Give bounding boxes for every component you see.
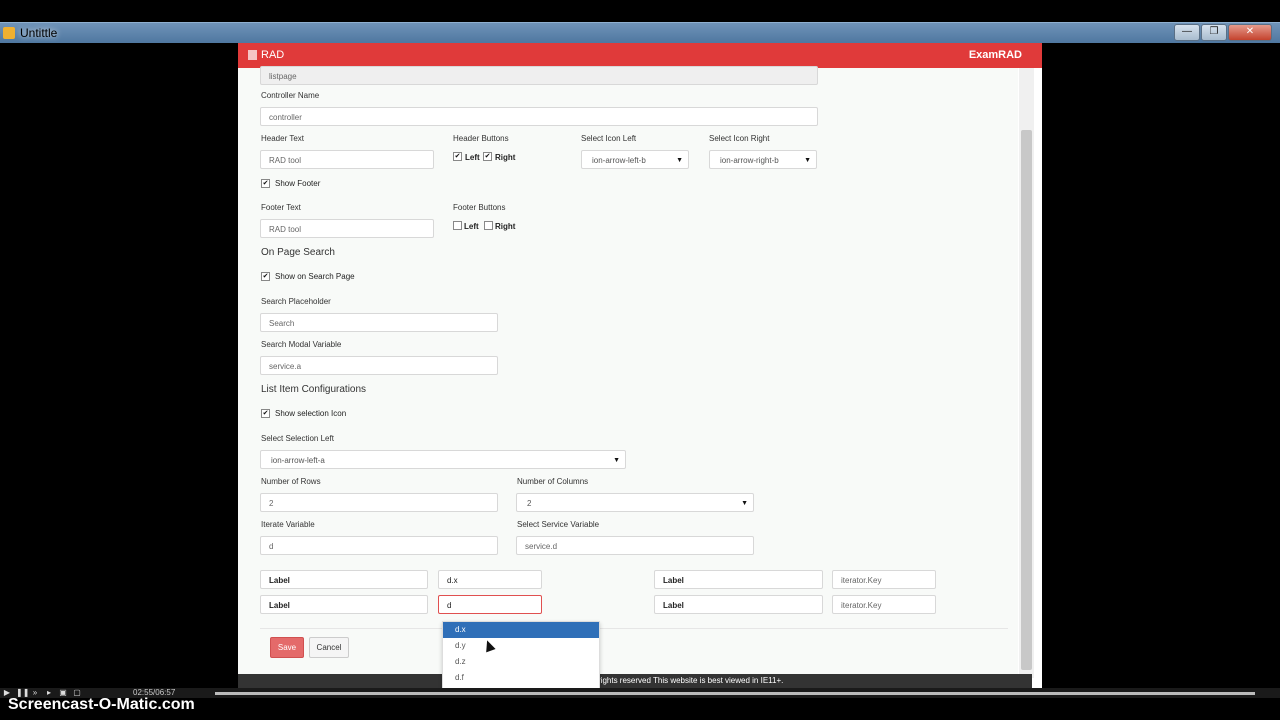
show-selection-icon-checkbox[interactable]: ✔ <box>261 409 270 418</box>
caret-down-icon: ▼ <box>741 500 748 507</box>
window-titlebar: Untittle — ❐ ✕ <box>0 22 1280 43</box>
num-cols-dropdown[interactable]: 2 ▼ <box>516 493 754 512</box>
select-service-variable-label: Select Service Variable <box>517 520 600 529</box>
row2-value-input[interactable]: d <box>438 595 542 614</box>
footer-text-label: Footer Text <box>261 203 301 212</box>
caret-down-icon: ▼ <box>613 457 620 464</box>
header-right-label: Right <box>495 153 516 162</box>
select-icon-right-dropdown[interactable]: ion-arrow-right-b ▼ <box>709 150 817 169</box>
footer-buttons-label: Footer Buttons <box>453 203 506 212</box>
show-on-search-checkbox[interactable]: ✔ <box>261 272 270 281</box>
header-right-checkbox[interactable]: ✔ <box>483 152 492 161</box>
footer-right-label: Right <box>495 222 516 231</box>
show-on-search-label: Show on Search Page <box>275 272 355 281</box>
autocomplete-list: d.x d.y d.z d.f <box>442 621 600 689</box>
footer-right-checkbox[interactable] <box>484 221 493 230</box>
search-modal-variable-label: Search Modal Variable <box>261 340 342 349</box>
search-placeholder-input[interactable]: Search <box>260 313 498 332</box>
row2-label2-input[interactable]: Label <box>654 595 823 614</box>
header-text-input[interactable]: RAD tool <box>260 150 434 169</box>
header-left-label: Left <box>465 153 480 162</box>
row2-key-input[interactable]: iterator.Key <box>832 595 936 614</box>
num-cols-label: Number of Columns <box>517 477 589 486</box>
row1-label-input[interactable]: Label <box>260 570 428 589</box>
header-text-label: Header Text <box>261 134 304 143</box>
autocomplete-option[interactable]: d.y <box>443 638 599 654</box>
select-selection-left-label: Select Selection Left <box>261 434 334 443</box>
show-selection-icon-label: Show selection Icon <box>275 409 347 418</box>
select-icon-left-label: Select Icon Left <box>581 134 637 143</box>
browser-content: RAD ExamRAD listpage Controller Name con… <box>0 43 1280 688</box>
select-icon-right-value: ion-arrow-right-b <box>720 156 779 165</box>
footer-text: rights reserved This website is best vie… <box>598 676 784 685</box>
cancel-button[interactable]: Cancel <box>309 637 349 658</box>
footer-left-checkbox[interactable] <box>453 221 462 230</box>
player-progress-track[interactable] <box>215 692 1255 695</box>
show-footer-label: Show Footer <box>275 179 321 188</box>
iterate-variable-label: Iterate Variable <box>261 520 315 529</box>
controller-name-input[interactable]: controller <box>260 107 818 126</box>
top-navbar: RAD ExamRAD <box>238 43 1042 68</box>
select-selection-left-dropdown[interactable]: ion-arrow-left-a ▼ <box>260 450 626 469</box>
save-button[interactable]: Save <box>270 637 304 658</box>
rad-form: listpage Controller Name controller Head… <box>238 66 1018 678</box>
page-scrollbar[interactable] <box>1019 68 1034 678</box>
footer-left-label: Left <box>464 222 479 231</box>
num-cols-value: 2 <box>527 499 532 508</box>
autocomplete-option[interactable]: d.f <box>443 670 599 686</box>
app-icon <box>3 27 15 39</box>
brand-name[interactable]: RAD <box>261 49 284 61</box>
show-footer-checkbox[interactable]: ✔ <box>261 179 270 188</box>
select-selection-left-value: ion-arrow-left-a <box>271 456 325 465</box>
caret-down-icon: ▼ <box>676 157 683 164</box>
close-button[interactable]: ✕ <box>1228 24 1272 41</box>
search-modal-variable-input[interactable]: service.a <box>260 356 498 375</box>
on-page-search-heading: On Page Search <box>261 247 335 258</box>
select-icon-left-value: ion-arrow-left-b <box>592 156 646 165</box>
num-rows-input[interactable]: 2 <box>260 493 498 512</box>
row2-label-input[interactable]: Label <box>260 595 428 614</box>
window-title: Untittle <box>20 26 58 40</box>
num-rows-label: Number of Rows <box>261 477 321 486</box>
iterate-variable-input[interactable]: d <box>260 536 498 555</box>
search-placeholder-label: Search Placeholder <box>261 297 331 306</box>
list-item-config-heading: List Item Configurations <box>261 384 367 395</box>
select-icon-left-dropdown[interactable]: ion-arrow-left-b ▼ <box>581 150 689 169</box>
divider <box>260 628 1008 629</box>
app-page: RAD ExamRAD listpage Controller Name con… <box>238 43 1042 688</box>
page-name-field[interactable]: listpage <box>260 66 818 85</box>
row1-key-input[interactable]: iterator.Key <box>832 570 936 589</box>
select-service-variable-input[interactable]: service.d <box>516 536 754 555</box>
controller-name-label: Controller Name <box>261 91 320 100</box>
window-controls: — ❐ ✕ <box>1174 24 1272 41</box>
select-icon-right-label: Select Icon Right <box>709 134 770 143</box>
row1-label2-input[interactable]: Label <box>654 570 823 589</box>
watermark: Screencast-O-Matic.com <box>8 696 195 713</box>
app-title[interactable]: ExamRAD <box>969 49 1022 61</box>
header-buttons-label: Header Buttons <box>453 134 509 143</box>
minimize-button[interactable]: — <box>1174 24 1200 41</box>
scrollbar-thumb[interactable] <box>1021 130 1032 670</box>
autocomplete-option[interactable]: d.z <box>443 654 599 670</box>
brand-logo-icon <box>248 50 257 60</box>
caret-down-icon: ▼ <box>804 157 811 164</box>
row1-value-input[interactable]: d.x <box>438 570 542 589</box>
header-left-checkbox[interactable]: ✔ <box>453 152 462 161</box>
maximize-button[interactable]: ❐ <box>1201 24 1227 41</box>
page-footer: rights reserved This website is best vie… <box>238 674 1032 688</box>
footer-text-input[interactable]: RAD tool <box>260 219 434 238</box>
autocomplete-option[interactable]: d.x <box>443 622 599 638</box>
